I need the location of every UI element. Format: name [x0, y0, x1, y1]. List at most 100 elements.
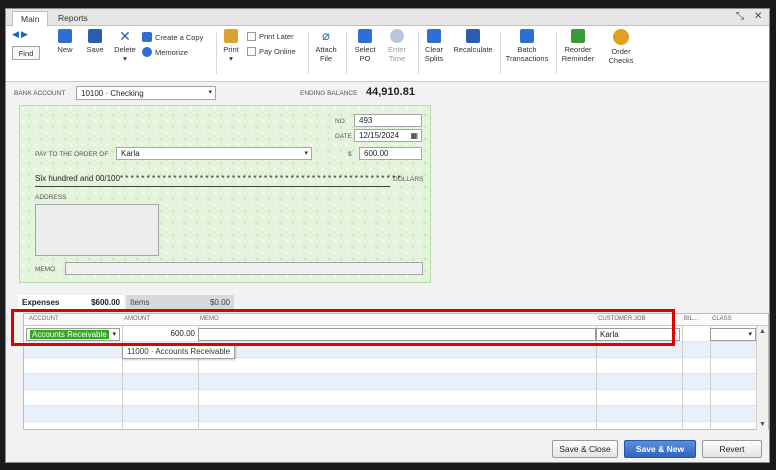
- recalculate-label: Recalculate: [453, 45, 493, 54]
- calendar-icon[interactable]: ▦: [410, 131, 418, 140]
- enter-time-label-1: Enter: [388, 45, 406, 54]
- save-icon: [88, 29, 102, 43]
- reorder-reminder-button[interactable]: Reorder Reminder: [560, 29, 596, 63]
- print-button[interactable]: Print ▾: [220, 29, 242, 63]
- check-number-field[interactable]: 493: [354, 114, 422, 127]
- bank-account-row: BANK ACCOUNT 10100 · Checking ▾ ENDING B…: [6, 82, 769, 104]
- clear-splits-icon: [427, 29, 441, 43]
- table-row[interactable]: [24, 390, 768, 406]
- expenses-amount: $600.00: [91, 298, 120, 307]
- grid-header: ACCOUNT AMOUNT MEMO CUSTOMER:JOB BIL... …: [24, 314, 768, 326]
- print-label: Print: [223, 45, 239, 54]
- memorize-icon: [142, 47, 152, 57]
- bank-account-value: 10100 · Checking: [81, 89, 144, 98]
- attach-file-button[interactable]: ⌀ Attach File: [312, 29, 340, 64]
- check-area: NO. 493 DATE 12/15/2024 ▦ PAY TO THE ORD…: [19, 105, 431, 283]
- chevron-down-icon[interactable]: ▾: [748, 330, 752, 338]
- account-column-header[interactable]: ACCOUNT: [29, 316, 59, 322]
- order-checks-icon: [613, 29, 629, 45]
- address-field[interactable]: [35, 204, 159, 256]
- address-label: ADDRESS: [35, 194, 67, 201]
- enter-time-button[interactable]: Enter Time: [384, 29, 410, 63]
- print-later-checkbox[interactable]: Print Later: [247, 32, 294, 41]
- close-icon[interactable]: ✕: [754, 12, 762, 22]
- account-dropdown-tooltip[interactable]: 11000 · Accounts Receivable: [122, 344, 236, 359]
- memorize-button[interactable]: Memorize: [142, 47, 188, 57]
- payee-select[interactable]: Karla ▾: [116, 147, 312, 160]
- pay-online-label: Pay Online: [259, 47, 296, 56]
- save-close-button[interactable]: Save & Close: [552, 440, 618, 458]
- scroll-up-icon[interactable]: ▲: [759, 328, 766, 335]
- memo-cell[interactable]: [198, 328, 596, 341]
- order-checks-button[interactable]: Order Checks: [606, 29, 636, 65]
- print-later-check[interactable]: [247, 32, 256, 41]
- chevron-down-icon[interactable]: ▾: [112, 330, 116, 338]
- detail-tabs: Expenses $600.00 Items $0.00: [18, 295, 770, 311]
- next-arrow-icon[interactable]: ▶: [21, 29, 28, 39]
- clear-splits-label-1: Clear: [425, 45, 443, 54]
- pay-online-checkbox[interactable]: Pay Online: [247, 47, 296, 56]
- amount-cell[interactable]: 600.00: [122, 328, 198, 341]
- amount-column-header[interactable]: AMOUNT: [124, 316, 150, 322]
- recalculate-button[interactable]: Recalculate: [452, 29, 494, 54]
- batch-transactions-button[interactable]: Batch Transactions: [504, 29, 550, 63]
- billable-column-header[interactable]: BIL...: [684, 316, 698, 322]
- customer-job-value: Karla: [600, 330, 619, 339]
- revert-button[interactable]: Revert: [702, 440, 762, 458]
- save-label: Save: [86, 45, 104, 54]
- clear-splits-button[interactable]: Clear Splits: [422, 29, 446, 63]
- reorder-icon: [571, 29, 585, 43]
- toolbar-separator: [308, 32, 309, 74]
- tab-main[interactable]: Main: [12, 11, 49, 26]
- customer-job-cell[interactable]: Karla ▾: [596, 328, 680, 341]
- previous-arrow-icon[interactable]: ◀: [12, 29, 19, 39]
- table-row[interactable]: [24, 406, 768, 422]
- create-copy-label: Create a Copy: [155, 32, 204, 42]
- clock-icon: [390, 29, 404, 43]
- order-checks-label-2: Checks: [608, 56, 634, 65]
- class-column-header[interactable]: CLASS: [712, 316, 732, 322]
- save-button[interactable]: Save: [84, 29, 106, 54]
- bank-account-select[interactable]: 10100 · Checking ▾: [76, 86, 216, 100]
- column-divider: [122, 326, 123, 430]
- memo-column-header[interactable]: MEMO: [200, 316, 219, 322]
- reorder-label-1: Reorder: [564, 45, 592, 54]
- tab-bar: Main Reports ⤡ ✕: [6, 9, 769, 26]
- delete-button[interactable]: ✕ Delete ▾: [112, 29, 138, 63]
- table-row[interactable]: [24, 374, 768, 390]
- find-button[interactable]: Find: [12, 46, 40, 60]
- new-button[interactable]: New: [54, 29, 76, 54]
- save-new-button[interactable]: Save & New: [624, 440, 696, 458]
- customer-job-column-header[interactable]: CUSTOMER:JOB: [598, 316, 646, 322]
- payee-label: PAY TO THE ORDER OF: [35, 151, 109, 158]
- account-cell-value: Accounts Receivable: [30, 330, 109, 339]
- select-po-button[interactable]: Select PO: [352, 29, 378, 63]
- attach-label-2: File: [319, 54, 333, 63]
- new-icon: [58, 29, 72, 43]
- restore-icon[interactable]: ⤡: [736, 12, 744, 22]
- toolbar-separator: [346, 32, 347, 74]
- date-field[interactable]: 12/15/2024 ▦: [354, 129, 422, 142]
- tab-items[interactable]: Items $0.00: [126, 295, 234, 310]
- find-nav: ◀ ▶: [12, 30, 28, 39]
- grid-scrollbar[interactable]: ▲ ▼: [756, 326, 768, 430]
- class-cell[interactable]: ▾: [710, 328, 756, 341]
- column-divider: [682, 326, 683, 430]
- create-copy-button[interactable]: Create a Copy: [142, 32, 203, 42]
- enter-time-label-2: Time: [388, 54, 406, 63]
- toolbar-separator: [418, 32, 419, 74]
- toolbar-separator: [500, 32, 501, 74]
- table-row[interactable]: [24, 358, 768, 374]
- select-po-icon: [358, 29, 372, 43]
- amount-field[interactable]: 600.00: [359, 147, 422, 160]
- chevron-down-icon[interactable]: ▾: [672, 330, 676, 338]
- account-cell-input[interactable]: Accounts Receivable ▾: [26, 328, 120, 341]
- clear-splits-label-2: Splits: [424, 54, 444, 63]
- tab-expenses[interactable]: Expenses $600.00: [18, 295, 124, 310]
- memo-field[interactable]: [65, 262, 423, 275]
- scroll-down-icon[interactable]: ▼: [759, 421, 766, 428]
- select-po-label-1: Select: [354, 45, 376, 54]
- tab-reports[interactable]: Reports: [50, 11, 96, 26]
- pay-online-check[interactable]: [247, 47, 256, 56]
- items-amount: $0.00: [209, 298, 230, 307]
